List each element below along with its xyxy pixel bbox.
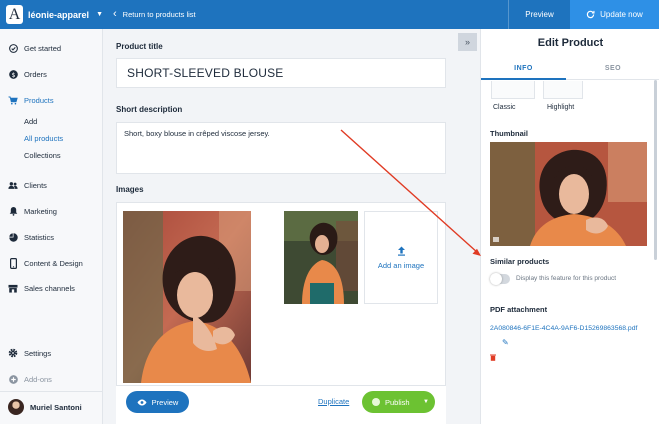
plus-circle-icon <box>8 374 18 384</box>
upload-icon <box>397 246 405 256</box>
thumbnail-label: Thumbnail <box>490 129 528 138</box>
return-to-products-link[interactable]: ‹ Return to products list <box>113 0 196 29</box>
preview-label: Preview <box>151 397 179 407</box>
chevron-left-icon: ‹ <box>113 8 117 20</box>
add-image-label: Add an image <box>377 260 425 270</box>
sidebar-item-settings[interactable]: Settings <box>8 348 51 358</box>
store-logo: A <box>6 5 24 24</box>
short-description-label: Short description <box>116 105 183 114</box>
short-description-input[interactable]: Short, boxy blouse in crêped viscose jer… <box>116 122 446 174</box>
sidebar-item-label: Products <box>24 95 54 105</box>
sidebar-item-label: Clients <box>24 180 47 190</box>
user-name: Muriel Santoni <box>30 402 82 412</box>
publish-label: Publish <box>385 397 410 407</box>
template-highlight-option[interactable] <box>543 81 583 99</box>
sidebar-subitem-add[interactable]: Add <box>24 117 37 126</box>
svg-text:$: $ <box>11 71 15 78</box>
sidebar-item-label: Content & Design <box>24 258 83 268</box>
sidebar-item-add-ons[interactable]: Add-ons <box>8 374 52 384</box>
sidebar-item-label: Marketing <box>24 206 57 216</box>
thumbnail-image[interactable] <box>490 142 647 246</box>
caret-down-icon[interactable]: ▼ <box>423 399 429 405</box>
product-title-input[interactable]: SHORT-SLEEVED BLOUSE <box>116 58 446 88</box>
sidebar-item-statistics[interactable]: Statistics <box>8 232 54 242</box>
sidebar-item-label: Sales channels <box>24 283 75 293</box>
update-now-label: Update now <box>600 10 643 19</box>
similar-products-label: Similar products <box>490 257 550 266</box>
panel-title: Edit Product <box>537 37 604 49</box>
toggle-knob <box>490 273 502 285</box>
template-classic-label: Classic <box>493 104 516 111</box>
sidebar-item-sales-channels[interactable]: Sales channels <box>8 283 75 293</box>
preview-button[interactable]: Preview <box>126 391 189 413</box>
top-bar: A léonie-apparel ▼ ‹ Return to products … <box>0 0 659 29</box>
tab-info[interactable]: INFO <box>481 60 566 80</box>
sidebar-item-get-started[interactable]: Get started <box>8 43 61 53</box>
app-window: A léonie-apparel ▼ ‹ Return to products … <box>0 0 659 424</box>
images-label: Images <box>116 185 144 194</box>
add-image-button[interactable]: Add an image <box>364 211 438 304</box>
sidebar-subitem-all-products[interactable]: All products <box>24 134 63 143</box>
gear-icon <box>8 348 18 358</box>
pdf-attachment-label: PDF attachment <box>490 305 548 314</box>
main-content: Product title SHORT-SLEEVED BLOUSE Short… <box>103 29 480 424</box>
sidebar-item-clients[interactable]: Clients <box>8 180 47 190</box>
dollar-circle-icon: $ <box>8 69 18 79</box>
sidebar-item-marketing[interactable]: Marketing <box>8 206 57 216</box>
store-name: léonie-apparel <box>28 9 90 20</box>
similar-products-description: Display this feature for this product <box>516 275 617 282</box>
return-label: Return to products list <box>122 10 196 19</box>
sidebar-item-label: Settings <box>24 348 52 358</box>
sidebar-item-content-design[interactable]: Content & Design <box>8 257 83 269</box>
status-dot-icon <box>372 398 380 406</box>
phone-icon <box>8 257 18 269</box>
template-classic-option[interactable] <box>491 81 535 99</box>
sidebar-subitem-collections[interactable]: Collections <box>24 151 61 160</box>
avatar <box>8 399 24 415</box>
update-now-button[interactable]: Update now <box>570 0 659 29</box>
check-circle-icon <box>8 43 18 53</box>
tab-seo[interactable]: SEO <box>566 60 659 80</box>
sidebar: Get started $ Orders Products Add All pr… <box>0 29 103 424</box>
double-chevron-right-icon: » <box>464 37 470 47</box>
publish-button[interactable]: Publish ▼ <box>362 391 435 413</box>
duplicate-link[interactable]: Duplicate <box>318 397 349 406</box>
preview-top-button[interactable]: Preview <box>508 0 570 29</box>
bell-icon <box>8 206 18 216</box>
panel-scrollbar[interactable] <box>654 80 657 260</box>
divider <box>0 391 102 392</box>
sidebar-item-products[interactable]: Products <box>8 95 54 105</box>
sidebar-item-orders[interactable]: $ Orders <box>8 69 47 79</box>
product-image-secondary[interactable] <box>284 211 358 304</box>
product-title-label: Product title <box>116 42 163 51</box>
eye-icon <box>137 399 147 405</box>
store-switcher[interactable]: A léonie-apparel ▼ <box>0 0 103 29</box>
pencil-icon[interactable]: ✎ <box>502 338 509 347</box>
product-image-main[interactable] <box>123 211 251 383</box>
collapse-panel-button[interactable]: » <box>458 33 477 51</box>
refresh-icon <box>586 10 595 19</box>
user-profile[interactable]: Muriel Santoni <box>8 399 82 415</box>
sidebar-item-label: Add-ons <box>24 374 52 384</box>
store-icon <box>8 283 18 293</box>
similar-products-toggle[interactable] <box>490 273 510 285</box>
edit-product-panel: Edit Product INFO SEO Classic Highlight … <box>480 29 659 424</box>
sidebar-item-label: Get started <box>24 43 62 53</box>
people-icon <box>8 180 18 190</box>
template-highlight-label: Highlight <box>547 104 575 111</box>
chevron-down-icon: ▼ <box>96 11 103 18</box>
trash-icon[interactable] <box>490 354 496 363</box>
sidebar-item-label: Statistics <box>24 232 55 242</box>
cart-icon <box>8 95 18 105</box>
pdf-attachment-link[interactable]: 2A080846-6F1E-4C4A-9AF6-D15269863568.pdf <box>490 321 652 336</box>
pie-chart-icon <box>8 232 18 242</box>
sidebar-item-label: Orders <box>24 69 47 79</box>
